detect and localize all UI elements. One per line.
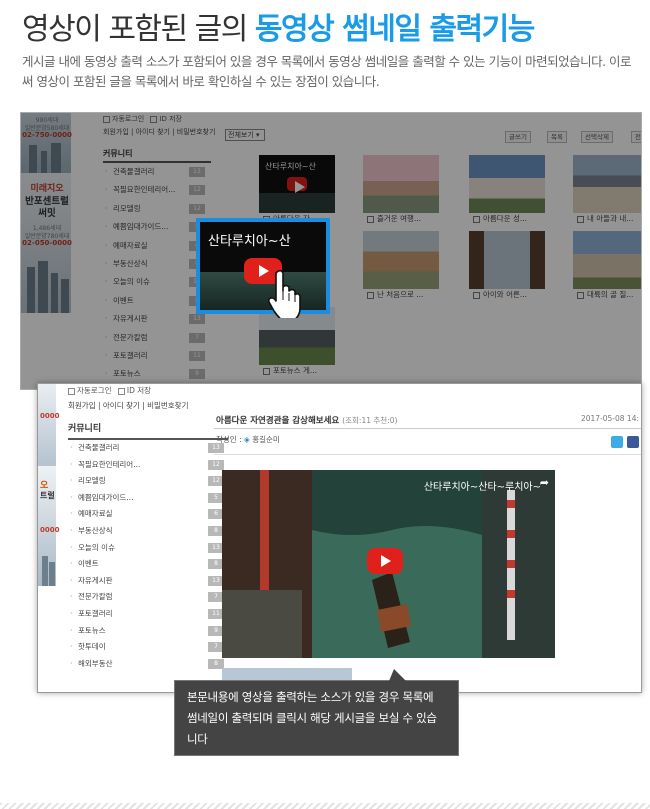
divider (214, 428, 641, 429)
video-title: 산타루치아~산타~루치아~ (423, 482, 541, 493)
share-icon[interactable]: ➦ (540, 476, 549, 489)
sidebar-item[interactable]: 꼭필요한인테리어...12 (68, 457, 228, 474)
embedded-video[interactable]: 산타루치아~산타~루치아~ ➦ (222, 470, 555, 658)
post-author: 작성인 : ◈ 홍길순미 (216, 435, 280, 444)
divider (214, 454, 641, 455)
sidebar-item[interactable]: 예쁨임대가이드...5 (68, 490, 228, 507)
building-icon (49, 562, 55, 586)
sidebar-item[interactable]: 이벤트8 (68, 556, 228, 573)
facebook-icon[interactable] (627, 436, 639, 448)
ad-banner-top[interactable]: 0000 (38, 384, 60, 466)
id-save-checkbox[interactable] (117, 387, 125, 395)
banner-text: 트럴 (40, 491, 55, 500)
banner-phone: 0000 (40, 526, 60, 534)
id-save-label: ID 저장 (126, 386, 152, 395)
tooltip-arrow (389, 669, 406, 681)
post-content: 아름다운 자연경관을 감상해보세요 (조회:11 추천:0) 2017-05-0… (214, 384, 641, 692)
community-list: 건축물갤러리13 꼭필요한인테리어...12 리모델링12 예쁨임대가이드...… (68, 440, 228, 672)
sidebar-item[interactable]: 부동산상식8 (68, 523, 228, 540)
tooltip-text: 본문내용에 영상을 출력하는 소스가 있을 경우 목록에 썸네일이 출력되며 클… (187, 690, 437, 746)
dim-overlay (21, 113, 641, 389)
sidebar-item[interactable]: 해외부동산8 (68, 656, 228, 673)
list-screenshot: 980세대 일반분양580세대 02-750-0000 미래지오 반포센트럴 써… (20, 112, 642, 390)
bottom-divider (0, 803, 650, 809)
sidebar-item[interactable]: 포토뉴스9 (68, 623, 228, 640)
sidebar-item[interactable]: 예매자료실6 (68, 506, 228, 523)
page-title: 영상이 포함된 글의 동영상 썸네일 출력기능 (22, 4, 535, 48)
post-screenshot: 0000 오 트럴 0000 자동로그인 ID 저장 회원가입 | 아이디 찾기… (37, 383, 642, 693)
sidebar-nav: 자동로그인 ID 저장 회원가입 | 아이디 찾기 | 비밀번호찾기 커뮤니티 … (68, 384, 228, 672)
sidebar-item[interactable]: 포토갤러리11 (68, 606, 228, 623)
video-title: 산타루치아~산 (208, 234, 291, 249)
page-description: 게시글 내에 동영상 출력 소스가 포함되어 있을 경우 목록에서 동영상 썸네… (22, 54, 632, 89)
page-title-plain: 영상이 포함된 글의 (22, 12, 255, 47)
account-links[interactable]: 회원가입 | 아이디 찾기 | 비밀번호찾기 (68, 398, 228, 414)
play-icon[interactable] (367, 548, 403, 574)
video-thumbnail-highlight[interactable]: 산타루치아~산 (196, 218, 330, 314)
sidebar-item[interactable]: 자유게시판13 (68, 573, 228, 590)
sidebar-item[interactable]: 건축물갤러리13 (68, 440, 228, 457)
sidebar-item[interactable]: 오늘의 이슈13 (68, 540, 228, 557)
explanation-tooltip: 본문내용에 영상을 출력하는 소스가 있을 경우 목록에 썸네일이 출력되며 클… (174, 669, 459, 756)
banner-phone: 0000 (40, 412, 60, 420)
building-icon (42, 556, 48, 586)
twitter-icon[interactable] (611, 436, 623, 448)
sidebar: 0000 오 트럴 0000 자동로그인 ID 저장 회원가입 | 아이디 찾기… (38, 384, 228, 692)
user-icon: ◈ (244, 435, 250, 444)
sidebar-item[interactable]: 전문가칼럼7 (68, 589, 228, 606)
post-title: 아름다운 자연경관을 감상해보세요 (조회:11 추천:0) (216, 416, 398, 426)
auto-login-label: 자동로그인 (77, 386, 112, 395)
auto-login-checkbox[interactable] (68, 387, 75, 395)
post-date: 2017-05-08 14: (580, 414, 639, 423)
sidebar-item[interactable]: 리모델링12 (68, 473, 228, 490)
login-options: 자동로그인 ID 저장 (68, 384, 228, 398)
post-meta: (조회:11 추천:0) (342, 416, 398, 425)
hand-cursor-icon (268, 269, 301, 318)
ad-banner-bottom[interactable]: 오 트럴 0000 (38, 466, 60, 586)
community-title: 커뮤니티 (68, 418, 228, 440)
sidebar-item[interactable]: 핫투데이7 (68, 639, 228, 656)
page-title-highlight: 동영상 썸네일 출력기능 (254, 12, 535, 47)
